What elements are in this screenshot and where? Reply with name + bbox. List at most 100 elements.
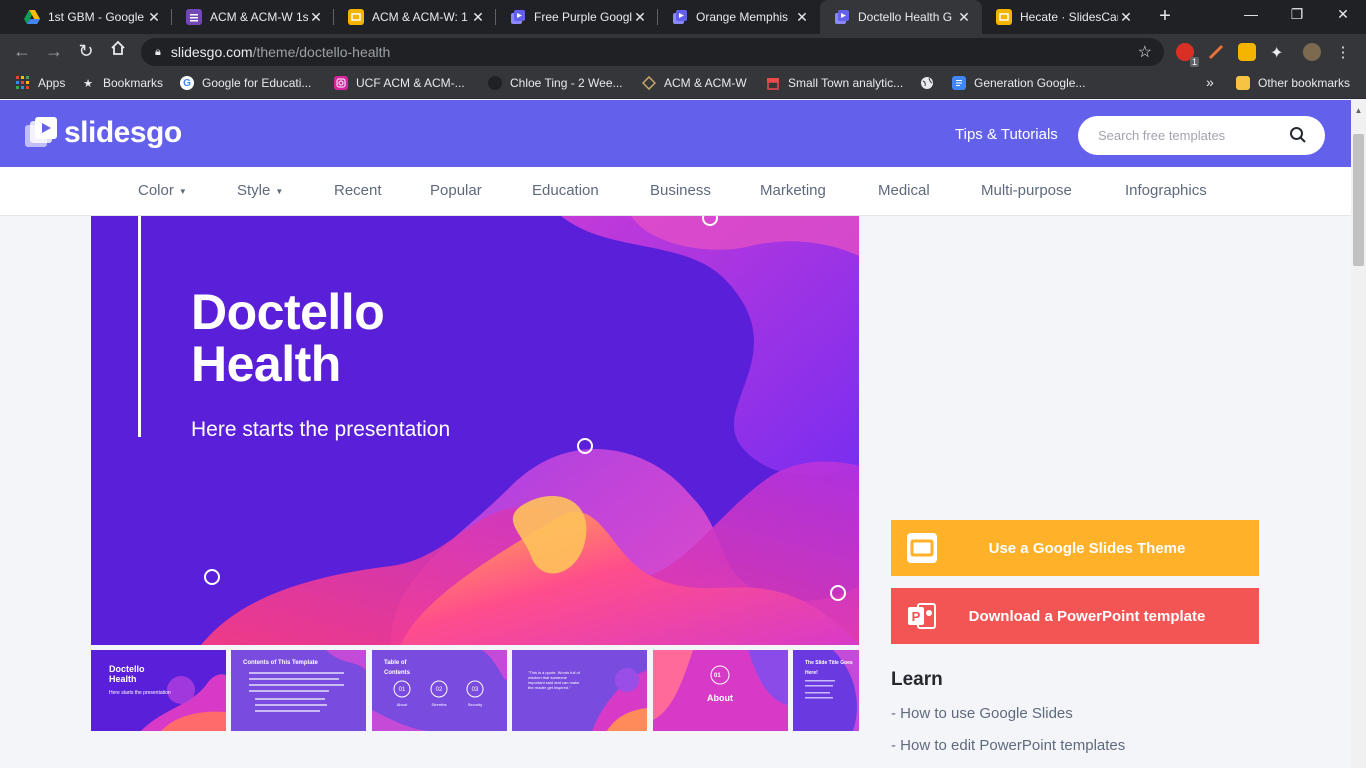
tab-orange-memphis[interactable]: Orange Memphis ✕ — [658, 0, 820, 34]
address-bar[interactable]: 🔒︎ slidesgo.com/theme/doctello-health ☆ — [141, 38, 1164, 66]
svg-text:Security: Security — [468, 702, 482, 707]
bookmarks-bar: Apps ★ Bookmarks G Google for Educati...… — [0, 70, 1366, 99]
extensions-puzzle-icon[interactable]: ✦ — [1270, 43, 1288, 62]
forward-button[interactable]: → — [43, 41, 65, 62]
restore-button[interactable]: ❐ — [1282, 6, 1312, 23]
close-icon[interactable]: ✕ — [794, 9, 810, 26]
bookmark-chloe-ting[interactable]: Chloe Ting - 2 Wee... — [488, 76, 623, 90]
thumbnail-strip: Doctello Health Here starts the presenta… — [91, 650, 859, 731]
tab-free-purple[interactable]: Free Purple Googl ✕ — [496, 0, 658, 34]
slide-thumbnail-1[interactable]: Doctello Health Here starts the presenta… — [91, 650, 226, 731]
lock-icon: 🔒︎ — [155, 45, 161, 58]
nav-multi-purpose[interactable]: Multi-purpose — [981, 182, 1072, 199]
bookmark-globe[interactable] — [920, 76, 942, 90]
profile-avatar[interactable] — [1303, 43, 1321, 61]
bookmark-bookmarks[interactable]: ★ Bookmarks — [81, 76, 163, 90]
google-icon: G — [180, 76, 194, 90]
download-powerpoint-button[interactable]: P Download a PowerPoint template — [891, 588, 1259, 644]
tab-doctello-health[interactable]: Doctello Health G ✕ — [820, 0, 982, 34]
svg-text:02: 02 — [436, 687, 443, 693]
site-header: slidesgo Tips & Tutorials Search free te… — [0, 100, 1351, 167]
google-slides-icon — [996, 9, 1012, 25]
bookmark-apps[interactable]: Apps — [16, 76, 65, 90]
tab-acm-slides[interactable]: ACM & ACM-W: 1 ✕ — [334, 0, 496, 34]
svg-text:About: About — [397, 702, 408, 707]
extension-paint-icon[interactable] — [1207, 43, 1225, 61]
extension-slides-icon[interactable] — [1238, 43, 1256, 61]
use-google-slides-button[interactable]: Use a Google Slides Theme — [891, 520, 1259, 576]
profile-icon — [488, 76, 502, 90]
nav-style[interactable]: Style ▼ — [237, 182, 283, 199]
google-slides-icon — [348, 9, 364, 25]
slidesgo-icon — [834, 9, 850, 25]
close-icon[interactable]: ✕ — [956, 9, 972, 26]
preview-title: Doctello Health — [191, 284, 385, 392]
back-button[interactable]: ← — [11, 41, 33, 62]
tab-acm-forms[interactable]: ACM & ACM-W 1s ✕ — [172, 0, 334, 34]
close-icon[interactable]: ✕ — [632, 9, 648, 26]
home-button[interactable] — [107, 39, 129, 62]
slidesgo-icon — [510, 9, 526, 25]
bookmark-generation-google[interactable]: Generation Google... — [952, 76, 1085, 90]
nav-color[interactable]: Color ▼ — [138, 182, 187, 199]
slide-thumbnail-6[interactable]: The Slide Title Goes Here! — [793, 650, 859, 731]
slidesgo-logo[interactable]: slidesgo — [24, 116, 182, 150]
nav-recent[interactable]: Recent — [334, 182, 382, 199]
slidesgo-logo-icon — [24, 117, 58, 149]
reload-button[interactable]: ↻ — [75, 41, 97, 62]
google-forms-icon — [186, 9, 202, 25]
bookmark-google-education[interactable]: G Google for Educati... — [180, 76, 311, 90]
bookmark-star-icon[interactable]: ☆ — [1138, 42, 1152, 62]
google-drive-icon — [24, 9, 40, 25]
extension-adblock-icon[interactable]: 1 — [1176, 43, 1199, 67]
bookmark-ucf-acm[interactable]: UCF ACM & ACM-... — [334, 76, 465, 90]
bookmark-small-town[interactable]: Small Town analytic... — [766, 76, 903, 90]
nav-business[interactable]: Business — [650, 182, 711, 199]
bookmark-acm[interactable]: ACM & ACM-W — [642, 76, 747, 90]
svg-text:Strenths: Strenths — [432, 702, 447, 707]
logo-text: slidesgo — [64, 116, 182, 149]
minimize-button[interactable]: — — [1236, 6, 1266, 22]
category-nav: Color ▼ Style ▼ Recent Popular Education B… — [0, 167, 1351, 216]
search-icon[interactable] — [1289, 126, 1307, 144]
instagram-icon — [334, 76, 348, 90]
accent-line — [138, 216, 141, 437]
tab-1st-gbm[interactable]: 1st GBM - Google ✕ — [10, 0, 172, 34]
close-icon[interactable]: ✕ — [308, 9, 324, 26]
more-bookmarks-chevron[interactable]: » — [1206, 74, 1214, 90]
close-window-button[interactable]: ✕ — [1328, 6, 1358, 23]
learn-heading: Learn — [891, 669, 943, 690]
url-host: slidesgo.com — [170, 44, 253, 60]
scrollbar-thumb[interactable] — [1353, 134, 1364, 266]
shop-icon — [766, 76, 780, 90]
close-icon[interactable]: ✕ — [146, 9, 162, 26]
scroll-up-icon[interactable]: ▲ — [1351, 106, 1366, 115]
svg-text:P: P — [912, 609, 921, 624]
nav-popular[interactable]: Popular — [430, 182, 482, 199]
learn-link-powerpoint[interactable]: - How to edit PowerPoint templates — [891, 737, 1125, 754]
tips-tutorials-link[interactable]: Tips & Tutorials — [955, 126, 1058, 143]
folder-icon — [1236, 76, 1250, 90]
close-icon[interactable]: ✕ — [470, 9, 486, 26]
nav-education[interactable]: Education — [532, 182, 599, 199]
slide-thumbnail-4[interactable]: "This is a quote. Words full of wisdom t… — [512, 650, 647, 731]
slide-thumbnail-3[interactable]: 01 02 03 About Strenths Security Table of Con… — [372, 650, 507, 731]
template-preview[interactable]: Doctello Health Here starts the presenta… — [91, 216, 859, 645]
nav-infographics[interactable]: Infographics — [1125, 182, 1207, 199]
search-input[interactable]: Search free templates — [1078, 116, 1325, 155]
powerpoint-icon: P — [906, 600, 938, 632]
bookmark-other[interactable]: Other bookmarks — [1236, 76, 1350, 90]
slide-thumbnail-5[interactable]: 01 About — [653, 650, 788, 731]
nav-medical[interactable]: Medical — [878, 182, 930, 199]
learn-link-google-slides[interactable]: - How to use Google Slides — [891, 705, 1073, 722]
nav-marketing[interactable]: Marketing — [760, 182, 826, 199]
tab-hecate[interactable]: Hecate · SlidesCarn ✕ — [982, 0, 1144, 34]
globe-icon — [920, 76, 934, 90]
page-scrollbar[interactable]: ▲ — [1351, 100, 1366, 768]
url-path: /theme/doctello-health — [252, 44, 391, 60]
caret-down-icon: ▼ — [178, 186, 187, 196]
close-icon[interactable]: ✕ — [1118, 9, 1134, 26]
slide-thumbnail-2[interactable]: Contents of This Template — [231, 650, 366, 731]
menu-kebab-icon[interactable]: ⋮ — [1334, 43, 1352, 61]
new-tab-button[interactable]: + — [1153, 5, 1177, 28]
